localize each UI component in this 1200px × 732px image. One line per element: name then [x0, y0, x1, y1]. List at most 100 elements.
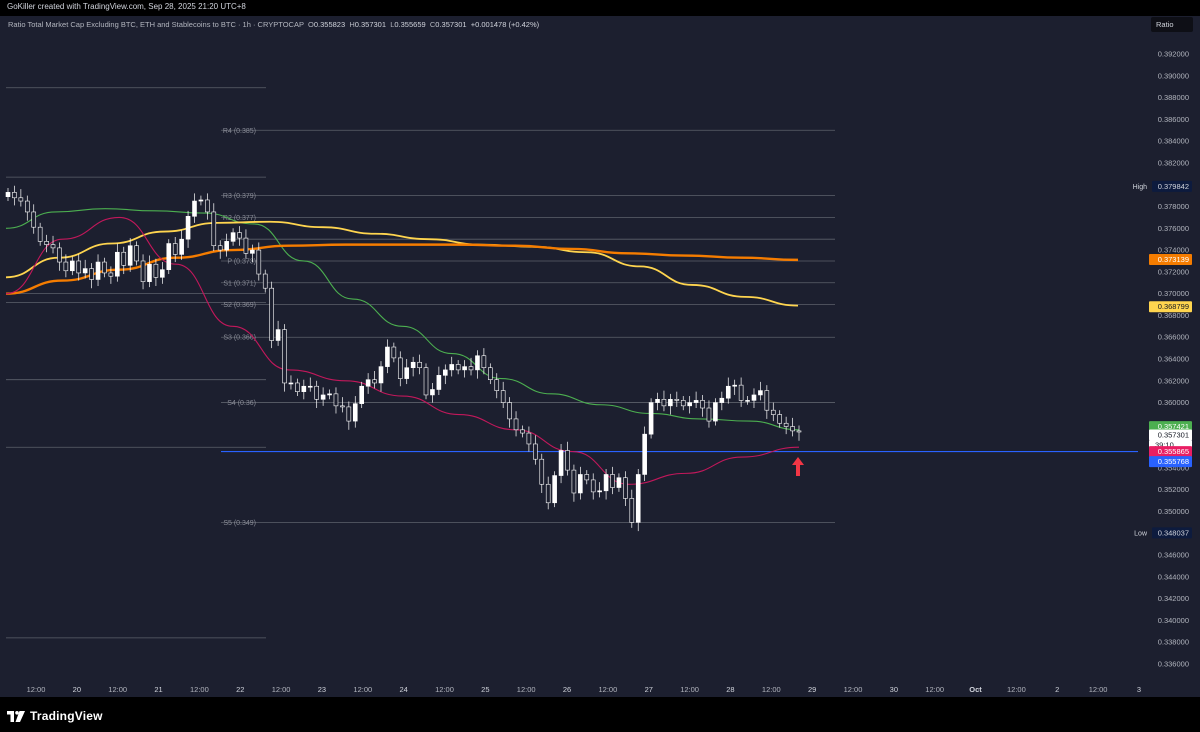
x-tick-label: 12:00 — [599, 685, 618, 694]
candle-body — [63, 261, 69, 272]
y-tick-label: 0.342000 — [1158, 594, 1189, 603]
candle-body — [623, 477, 628, 499]
candle-body — [777, 414, 783, 424]
candle-body — [436, 375, 442, 390]
candle-body — [687, 402, 692, 407]
top-bar: GoKiller created with TradingView.com, S… — [0, 0, 1200, 16]
candle-body — [12, 192, 17, 199]
x-tick-label: 3 — [1137, 685, 1141, 694]
candle-body — [134, 245, 139, 262]
x-tick-label: Oct — [969, 685, 982, 694]
y-tick-label: 0.366000 — [1158, 333, 1189, 342]
candle-body — [455, 364, 461, 371]
candle-body — [584, 474, 590, 481]
tradingview-logo-text: TradingView — [30, 709, 103, 723]
x-tick-label: 12:00 — [190, 685, 209, 694]
plot-background — [0, 16, 1200, 697]
candle-body — [481, 355, 487, 369]
candle-body — [24, 200, 30, 213]
candle-body — [494, 379, 500, 391]
candle-body — [603, 474, 609, 492]
price-label-text: 0.355768 — [1158, 457, 1189, 466]
candle-body — [275, 329, 281, 341]
candle-body — [18, 197, 24, 202]
pivot-label: P (0.373) — [227, 258, 256, 265]
candle-body — [179, 238, 184, 255]
candle-body — [346, 406, 352, 422]
pivot-label: S1 (0.371) — [223, 280, 256, 287]
credit-text: GoKiller created with TradingView.com, S… — [7, 2, 246, 11]
candle-body — [700, 400, 705, 409]
candle-body — [410, 361, 416, 369]
candle-body — [725, 385, 731, 399]
close-value: 0.357301 — [435, 20, 467, 29]
price-label-text: 0.373139 — [1158, 255, 1189, 264]
candle-body — [475, 355, 480, 371]
x-tick-label: 12:00 — [517, 685, 536, 694]
symbol-legend: Ratio Total Market Cap Excluding BTC, ET… — [8, 20, 539, 29]
candle-body — [488, 367, 493, 380]
candle-body — [166, 243, 172, 270]
chart-canvas[interactable]: R4 (0.385)R3 (0.379)R2 (0.377)P (0.373)S… — [0, 16, 1200, 697]
high-value: 0.357301 — [354, 20, 387, 29]
candle-body — [417, 361, 422, 369]
candle-body — [790, 426, 795, 432]
x-tick-label: 12:00 — [108, 685, 127, 694]
candle-body — [783, 422, 789, 427]
candle-body — [89, 268, 94, 280]
symbol-title[interactable]: Ratio Total Market Cap Excluding BTC, ET… — [8, 20, 304, 29]
candle-body — [340, 405, 345, 408]
candle-body — [82, 268, 88, 274]
x-tick-label: 23 — [318, 685, 326, 694]
price-label-text: 0.368799 — [1158, 302, 1189, 311]
y-tick-label: 0.378000 — [1158, 202, 1189, 211]
x-tick-label: 12:00 — [844, 685, 863, 694]
candle-body — [668, 399, 673, 407]
candle-body — [5, 192, 11, 197]
candle-body — [655, 399, 660, 403]
x-tick-label: 28 — [726, 685, 734, 694]
candle-body — [237, 232, 242, 239]
price-label-text: 0.379842 — [1158, 182, 1189, 191]
candle-body — [95, 261, 101, 280]
candle-body — [449, 364, 455, 371]
x-tick-label: 12:00 — [272, 685, 291, 694]
x-tick-label: 12:00 — [435, 685, 454, 694]
y-tick-label: 0.338000 — [1158, 638, 1189, 647]
candle-body — [37, 226, 43, 242]
candle-body — [648, 402, 654, 435]
candle-body — [635, 474, 641, 523]
candle-body — [224, 241, 229, 251]
candle-body — [57, 247, 62, 263]
candle-body — [571, 469, 577, 494]
candle-body — [539, 458, 545, 485]
x-tick-label: 30 — [890, 685, 898, 694]
scale-mode-badge[interactable]: Ratio — [1151, 17, 1193, 32]
open-value: 0.355823 — [313, 20, 346, 29]
candle-body — [391, 346, 397, 359]
tradingview-logo[interactable]: TradingView — [7, 709, 103, 723]
candle-body — [301, 385, 307, 392]
candle-body — [713, 402, 718, 422]
candle-body — [153, 263, 159, 278]
candle-body — [50, 244, 56, 249]
candle-body — [243, 237, 249, 254]
y-tick-label: 0.340000 — [1158, 616, 1189, 625]
y-tick-label: 0.382000 — [1158, 158, 1189, 167]
candle-body — [250, 249, 255, 254]
candle-body — [256, 249, 262, 275]
candle-body — [314, 385, 319, 400]
candle-body — [160, 269, 165, 278]
candle-body — [359, 385, 364, 404]
pivot-label: S4 (0.36) — [227, 400, 256, 407]
y-tick-label: 0.384000 — [1158, 137, 1189, 146]
candle-body — [693, 400, 699, 403]
candle-body — [745, 400, 750, 402]
x-tick-label: 2 — [1055, 685, 1059, 694]
pivot-label: S2 (0.369) — [223, 302, 256, 309]
candle-body — [558, 450, 564, 476]
chart-panel[interactable]: R4 (0.385) R3 (0.379) R2 (0.377) P (0.373) S… — [0, 16, 1200, 697]
candle-body — [770, 409, 776, 415]
candle-body — [629, 498, 635, 523]
candle-body — [262, 273, 268, 289]
